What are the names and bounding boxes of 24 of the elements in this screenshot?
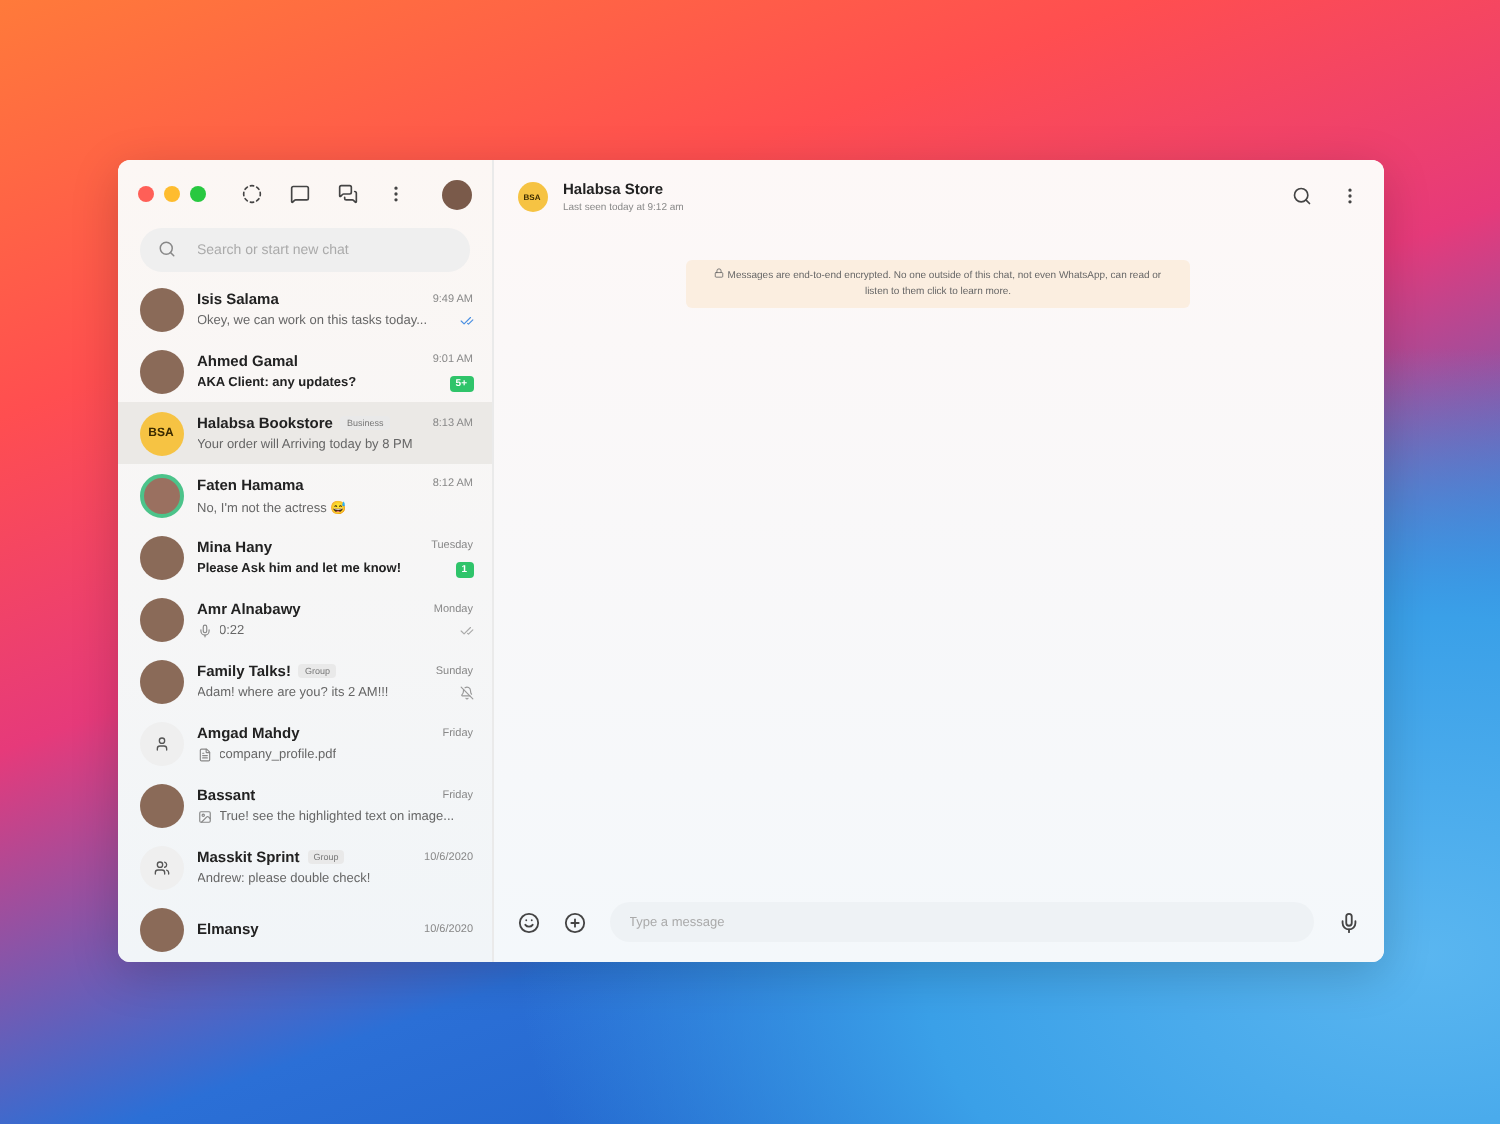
search-icon xyxy=(157,240,175,258)
close-button[interactable] xyxy=(137,186,153,202)
group-icon xyxy=(153,859,169,875)
avatar-photo-placeholder xyxy=(139,287,183,331)
image-icon xyxy=(197,810,211,824)
chat-bubbles-icon[interactable] xyxy=(337,184,357,204)
avatar-photo-placeholder xyxy=(139,907,183,951)
avatar-photo-placeholder xyxy=(139,597,183,641)
person-icon xyxy=(153,735,169,751)
profile-avatar-placeholder[interactable] xyxy=(441,179,471,209)
plus-icon[interactable] xyxy=(563,911,585,933)
status-circle-icon[interactable] xyxy=(241,184,261,204)
emoji-icon[interactable] xyxy=(517,911,539,933)
avatar-photo-placeholder xyxy=(139,783,183,827)
document-icon xyxy=(197,748,211,762)
microphone-icon[interactable] xyxy=(1337,911,1359,933)
avatar-photo-placeholder xyxy=(139,535,183,579)
avatar-photo-placeholder xyxy=(139,659,183,703)
chat-bubble-icon[interactable] xyxy=(289,184,309,204)
avatar-photo-placeholder xyxy=(139,349,183,393)
microphone-icon xyxy=(197,624,211,638)
avatar-photo-placeholder xyxy=(139,473,183,517)
search-icon[interactable] xyxy=(1291,186,1311,206)
lock-icon xyxy=(714,268,725,278)
